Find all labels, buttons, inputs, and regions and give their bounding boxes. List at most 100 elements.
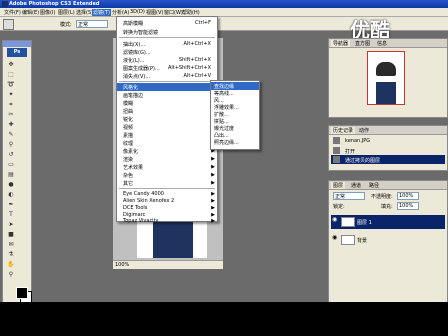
marquee-tool-icon[interactable]: ⬚	[7, 71, 15, 79]
layer-thumbnail	[341, 235, 355, 245]
pen-tool-icon[interactable]: ✒	[7, 201, 15, 209]
filter-menu-item[interactable]: 扭曲▶	[117, 107, 217, 115]
foreground-color-swatch[interactable]	[16, 287, 28, 299]
current-tool-icon[interactable]	[3, 19, 14, 30]
filter-menu-item[interactable]: 视频▶	[117, 123, 217, 131]
submenu-arrow-icon: ▶	[211, 156, 215, 162]
filter-menu-item[interactable]: 像素化 ▶	[117, 147, 217, 155]
hand-tool-icon[interactable]: ✋	[7, 261, 15, 269]
filter-menu-item[interactable]: 滤镜库(G)...	[117, 48, 217, 56]
stamp-tool-icon[interactable]: ⚲	[7, 141, 15, 149]
tab-history[interactable]: 历史记录	[331, 127, 356, 134]
zoom-level[interactable]: 100%	[115, 262, 129, 268]
filter-menu-item[interactable]: 纹理▶	[117, 139, 217, 147]
filter-menu-item[interactable]: 液化(L)... Shift+Ctrl+X	[117, 56, 217, 64]
filter-menu-item[interactable]: 转换为智能滤镜	[117, 28, 217, 36]
filter-menu-item[interactable]: 模糊▶	[117, 99, 217, 107]
shape-tool-icon[interactable]: ■	[7, 231, 15, 239]
history-tabs: 历史记录 动作	[329, 126, 447, 135]
menu-separator	[119, 81, 215, 82]
menu-help[interactable]: 帮助(H)	[182, 9, 200, 16]
filter-menu-item-stylize[interactable]: 风格化▶	[117, 83, 217, 91]
brush-tool-icon[interactable]: ✎	[7, 131, 15, 139]
notes-tool-icon[interactable]: ✉	[7, 241, 15, 249]
filter-menu-item[interactable]: 画笔描边▶	[117, 91, 217, 99]
menu-image[interactable]: 图像(I)	[40, 9, 55, 16]
blend-mode-select[interactable]: 正常	[333, 192, 365, 200]
letterbox-bottom	[0, 302, 448, 336]
magic-wand-icon[interactable]: ✦	[7, 91, 15, 99]
mode-value: 正常	[78, 22, 89, 28]
eyedropper-icon[interactable]: ⚗	[7, 251, 15, 259]
tab-channels[interactable]: 通道	[349, 182, 363, 189]
menu-select[interactable]: 选择(S)	[76, 9, 93, 16]
filter-menu-item[interactable]: 素描▶	[117, 131, 217, 139]
slice-tool-icon[interactable]: ✂	[7, 111, 15, 119]
mode-select[interactable]: 正常	[76, 20, 108, 28]
history-item[interactable]: 打开	[331, 146, 445, 155]
filter-menu-item[interactable]: 消失点(V)... Alt+Ctrl+V	[117, 72, 217, 80]
menu-edit[interactable]: 编辑(E)	[22, 9, 39, 16]
tab-paths[interactable]: 路径	[367, 182, 381, 189]
lasso-tool-icon[interactable]: ➰	[7, 81, 15, 89]
filter-menu: 高斯模糊 Ctrl+F 转换为智能滤镜 抽出(X)... Alt+Ctrl+X 滤镜…	[116, 16, 218, 225]
visibility-eye-icon[interactable]: ◉	[332, 216, 337, 223]
document-status-bar: 100%	[113, 260, 223, 269]
path-select-icon[interactable]: ➤	[7, 221, 15, 229]
tab-info[interactable]: 信息	[375, 40, 389, 47]
filter-menu-item[interactable]: Topaz Vivacity ▶	[117, 217, 217, 225]
thumbnail-figure	[376, 82, 396, 104]
history-brush-icon[interactable]: ↺	[7, 151, 15, 159]
filter-menu-item[interactable]: 其它 ▶	[117, 179, 217, 187]
healing-brush-icon[interactable]: ✚	[7, 121, 15, 129]
menu-analysis[interactable]: 分析(A)	[112, 9, 129, 16]
filter-menu-item[interactable]: 抽出(X)... Alt+Ctrl+X	[117, 40, 217, 48]
layer-row-selected[interactable]: ◉ 图层 1	[331, 215, 445, 229]
toolbox-header[interactable]	[3, 41, 31, 47]
opacity-input[interactable]: 100%	[397, 192, 419, 200]
menu-separator	[119, 188, 215, 189]
submenu-arrow-icon: ▶	[211, 218, 215, 224]
blur-tool-icon[interactable]: ●	[7, 181, 15, 189]
history-panel: 历史记录 动作 kenan.JPG 打开 通过拷贝的图层	[328, 125, 448, 171]
menu-layer[interactable]: 图层(L)	[58, 9, 75, 16]
filter-menu-item[interactable]: 高斯模糊 Ctrl+F	[117, 19, 217, 27]
menu-filter[interactable]: 滤镜(T)	[92, 9, 111, 16]
dodge-tool-icon[interactable]: ◐	[7, 191, 15, 199]
filter-menu-item[interactable]: 杂色 ▶	[117, 171, 217, 179]
tab-histogram[interactable]: 直方图	[353, 40, 372, 47]
menu-3d[interactable]: 3D(D)	[130, 9, 145, 15]
menu-window[interactable]: 窗口(W)	[164, 9, 183, 16]
eraser-tool-icon[interactable]: ▭	[7, 161, 15, 169]
submenu-item[interactable]: 照亮边缘...	[211, 138, 259, 146]
visibility-eye-icon[interactable]: ◉	[332, 234, 337, 241]
filter-menu-item[interactable]: 渲染 ▶	[117, 155, 217, 163]
toolbox: Ps ✥ ⬚ ➰ ✦ ⌗ ✂ ✚ ✎ ⚲ ↺ ▭ ▤ ● ◐ ✒ T ➤ ■ ✉…	[2, 40, 32, 304]
tab-layers[interactable]: 图层	[331, 182, 346, 189]
tab-navigator[interactable]: 导航器	[331, 40, 351, 47]
history-state-icon	[333, 156, 340, 163]
zoom-tool-icon[interactable]: ⚲	[7, 271, 15, 279]
tab-actions[interactable]: 动作	[357, 127, 371, 134]
navigator-tabs: 导航器 直方图 信息	[329, 39, 447, 48]
type-tool-icon[interactable]: T	[7, 211, 15, 219]
menu-file[interactable]: 文件(F)	[4, 9, 21, 16]
layer-row[interactable]: ◉ 背景	[331, 233, 445, 247]
layers-panel: 图层 通道 路径 正常 不透明度: 100% 锁定: 填充: 100% ◉ 图层…	[328, 180, 448, 304]
fill-input[interactable]: 100%	[397, 202, 419, 210]
navigator-panel: 导航器 直方图 信息	[328, 38, 448, 118]
navigator-thumbnail[interactable]	[367, 51, 405, 105]
stylize-submenu: 查找边缘 等高线... 风... 浮雕效果... 扩散... 拼贴... 曝光过…	[210, 80, 260, 150]
crop-tool-icon[interactable]: ⌗	[7, 101, 15, 109]
history-item-selected[interactable]: 通过拷贝的图层	[331, 155, 445, 164]
opacity-label: 不透明度:	[371, 194, 393, 200]
history-snapshot[interactable]: kenan.JPG	[331, 136, 445, 145]
gradient-tool-icon[interactable]: ▤	[7, 171, 15, 179]
filter-menu-item[interactable]: 锐化▶	[117, 115, 217, 123]
ps-logo: Ps	[7, 48, 27, 57]
move-tool-icon[interactable]: ✥	[7, 61, 15, 69]
menu-view[interactable]: 视图(V)	[146, 9, 163, 16]
filter-menu-item[interactable]: 图案生成器(P)... Alt+Shift+Ctrl+X	[117, 64, 217, 72]
filter-menu-item[interactable]: 艺术效果 ▶	[117, 163, 217, 171]
fill-label: 填充:	[381, 204, 393, 210]
